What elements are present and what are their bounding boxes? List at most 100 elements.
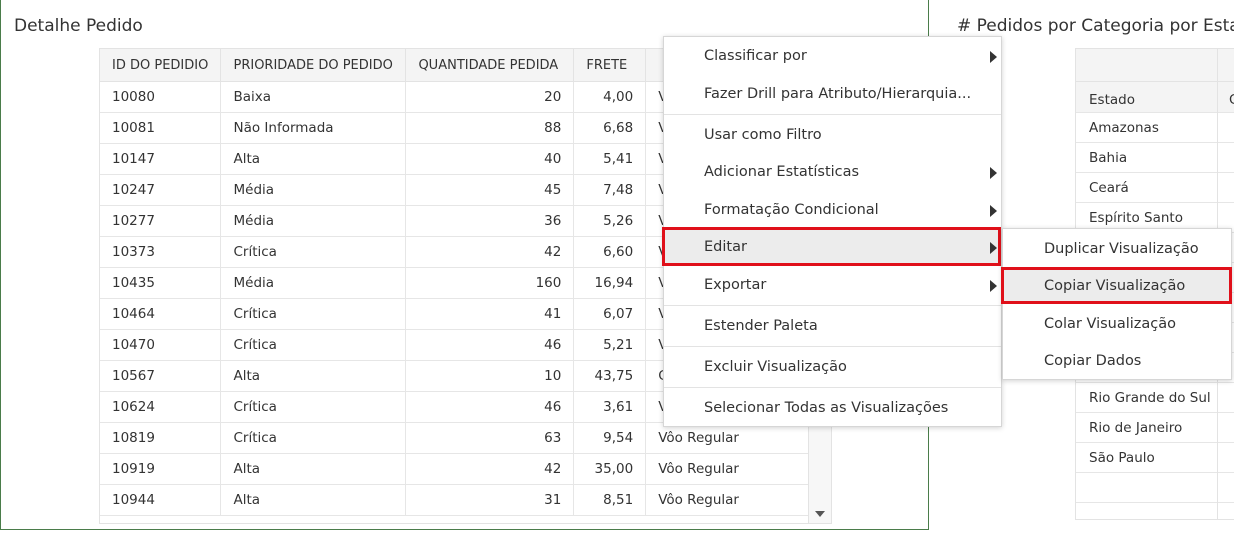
submenu-item-label: Copiar Dados [1044, 353, 1142, 369]
table-cell[interactable]: Baixa [220, 81, 407, 113]
table-cell[interactable]: Vôo Regular [645, 453, 831, 485]
table-row[interactable]: 10944 Alta 31 8,51 Vôo Regular [100, 484, 831, 516]
table-cell[interactable]: Alta [220, 143, 407, 175]
table-cell[interactable]: Crítica [220, 298, 407, 330]
table-row[interactable]: 10919 Alta 42 35,00 Vôo Regular [100, 453, 831, 485]
table-cell[interactable]: 7,48 [573, 174, 647, 206]
table-cell[interactable]: Média [220, 267, 407, 299]
table-cell[interactable]: Não Informada [220, 112, 407, 144]
table-cell[interactable]: Média [220, 174, 407, 206]
menu-item-sort-by[interactable]: Classificar por [664, 38, 1001, 74]
table-cell[interactable]: 10247 [100, 174, 222, 206]
table-cell[interactable]: Crítica [220, 329, 407, 361]
category-panel-title: # Pedidos por Categoria por Estado [957, 16, 1234, 36]
table-cell[interactable]: Crítica [220, 422, 407, 454]
submenu-arrow-icon [990, 51, 997, 63]
state-row[interactable]: Amazonas [1076, 113, 1234, 143]
table-cell[interactable]: 10470 [100, 329, 222, 361]
table-cell[interactable]: 5,21 [573, 329, 647, 361]
table-cell[interactable]: 3,61 [573, 391, 647, 423]
menu-separator [664, 346, 1001, 347]
table-cell[interactable]: 10624 [100, 391, 222, 423]
table-cell[interactable]: 6,07 [573, 298, 647, 330]
table-cell[interactable]: 20 [405, 81, 575, 113]
table-cell[interactable]: Vôo Regular [645, 422, 831, 454]
table-cell[interactable]: 10080 [100, 81, 222, 113]
table-cell[interactable]: Alta [220, 453, 407, 485]
table-cell[interactable]: 42 [405, 453, 575, 485]
table-cell[interactable]: 45 [405, 174, 575, 206]
menu-item-select-all[interactable]: Selecionar Todas as Visualizações [664, 390, 1001, 426]
table-cell[interactable]: 46 [405, 391, 575, 423]
table-cell[interactable]: 5,26 [573, 205, 647, 237]
table-cell[interactable]: 46 [405, 329, 575, 361]
table-cell[interactable]: 6,68 [573, 112, 647, 144]
table-cell[interactable]: 6,60 [573, 236, 647, 268]
column-header-freight[interactable]: FRETE [573, 49, 647, 82]
table-cell[interactable]: 10435 [100, 267, 222, 299]
table-cell[interactable]: 10567 [100, 360, 222, 392]
table-cell[interactable]: 35,00 [573, 453, 647, 485]
table-cell[interactable]: 10 [405, 360, 575, 392]
menu-item-use-as-filter[interactable]: Usar como Filtro [664, 117, 1001, 153]
table-cell[interactable]: 88 [405, 112, 575, 144]
table-cell[interactable]: 10373 [100, 236, 222, 268]
submenu-item-label: Colar Visualização [1044, 316, 1177, 332]
menu-item-label: Formatação Condicional [704, 202, 879, 218]
column-header-priority[interactable]: PRIORIDADE DO PEDIDO [220, 49, 407, 82]
menu-item-label: Exportar [704, 277, 767, 293]
table-cell[interactable]: 41 [405, 298, 575, 330]
state-row[interactable]: Bahia [1076, 143, 1234, 173]
menu-item-add-statistics[interactable]: Adicionar Estatísticas [664, 154, 1001, 190]
submenu-item-paste-viz[interactable]: Colar Visualização [1003, 306, 1231, 342]
table-cell[interactable]: Crítica [220, 236, 407, 268]
table-cell[interactable]: 10277 [100, 205, 222, 237]
state-row[interactable]: Rio de Janeiro [1076, 413, 1234, 443]
table-cell[interactable]: 8,51 [573, 484, 647, 516]
column-header-order-id[interactable]: ID DO PEDIDIO [100, 49, 222, 82]
table-cell[interactable]: 10464 [100, 298, 222, 330]
table-cell[interactable]: 43,75 [573, 360, 647, 392]
table-cell[interactable]: Média [220, 205, 407, 237]
scroll-down-icon[interactable] [815, 511, 825, 517]
state-row[interactable]: Ceará [1076, 173, 1234, 203]
state-header-label: Estado [1089, 92, 1135, 108]
table-cell[interactable]: 10147 [100, 143, 222, 175]
table-cell[interactable]: 63 [405, 422, 575, 454]
submenu-item-copy-data[interactable]: Copiar Dados [1003, 343, 1231, 379]
table-cell[interactable]: Alta [220, 360, 407, 392]
table-cell[interactable]: 9,54 [573, 422, 647, 454]
panel-title: Detalhe Pedido [14, 16, 143, 36]
table-cell[interactable]: 5,41 [573, 143, 647, 175]
table-cell[interactable]: Vôo Regular [645, 484, 831, 516]
table-cell[interactable]: 10081 [100, 112, 222, 144]
table-cell[interactable]: Crítica [220, 391, 407, 423]
table-cell[interactable]: 31 [405, 484, 575, 516]
menu-item-conditional-format[interactable]: Formatação Condicional [664, 192, 1001, 228]
table-cell[interactable]: 16,94 [573, 267, 647, 299]
table-cell[interactable]: Alta [220, 484, 407, 516]
menu-item-extend-palette[interactable]: Estender Paleta [664, 308, 1001, 344]
submenu-item-label: Copiar Visualização [1044, 278, 1186, 294]
state-row[interactable]: São Paulo [1076, 443, 1234, 473]
menu-item-edit[interactable]: Editar [664, 229, 1001, 265]
table-cell[interactable]: 10944 [100, 484, 222, 516]
table-cell[interactable]: 4,00 [573, 81, 647, 113]
submenu-item-copy-viz[interactable]: Copiar Visualização [1003, 268, 1231, 304]
table-cell[interactable]: 10919 [100, 453, 222, 485]
table-cell[interactable]: 10819 [100, 422, 222, 454]
submenu-item-duplicate[interactable]: Duplicar Visualização [1003, 231, 1231, 267]
table-cell[interactable]: 40 [405, 143, 575, 175]
table-cell[interactable]: 42 [405, 236, 575, 268]
pivot-header-state[interactable]: Estado C [1076, 82, 1234, 113]
menu-item-export[interactable]: Exportar [664, 267, 1001, 303]
column-header-quantity[interactable]: QUANTIDADE PEDIDA [405, 49, 575, 82]
menu-item-delete-viz[interactable]: Excluir Visualização [664, 349, 1001, 385]
menu-item-drill[interactable]: Fazer Drill para Atributo/Hierarquia... [664, 76, 1001, 112]
table-cell[interactable]: 160 [405, 267, 575, 299]
table-row[interactable]: 10819 Crítica 63 9,54 Vôo Regular [100, 422, 831, 454]
menu-item-label: Fazer Drill para Atributo/Hierarquia... [704, 86, 972, 102]
table-cell[interactable]: 36 [405, 205, 575, 237]
state-row[interactable]: Rio Grande do Sul [1076, 383, 1234, 413]
state-row[interactable] [1076, 473, 1234, 503]
